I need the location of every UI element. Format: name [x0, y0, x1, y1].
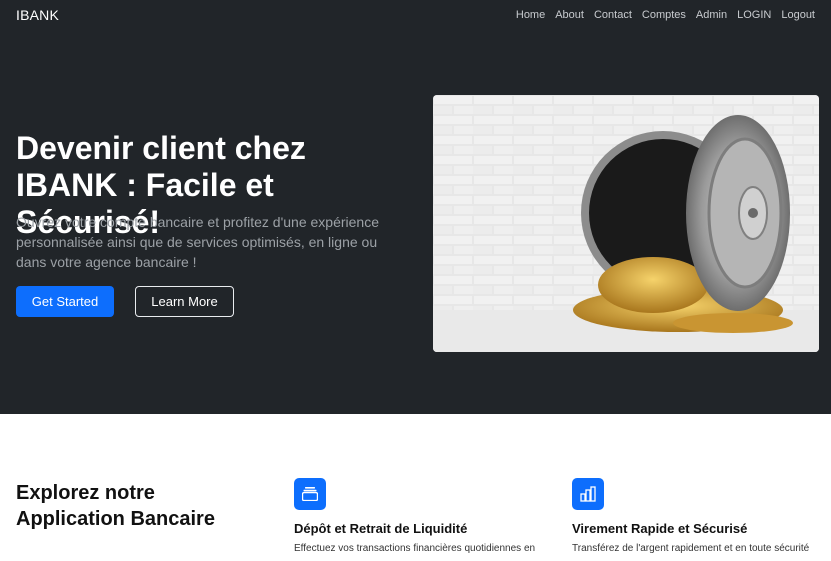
nav-link-comptes[interactable]: Comptes	[642, 9, 686, 21]
feature-title-transfer: Virement Rapide et Sécurisé	[572, 521, 748, 536]
feature-text-transfer: Transférez de l'argent rapidement et en …	[572, 543, 810, 554]
nav-link-logout[interactable]: Logout	[781, 9, 815, 21]
vault-image	[433, 95, 819, 352]
feature-title-deposit: Dépôt et Retrait de Liquidité	[294, 521, 468, 536]
navbar: IBANK Home About Contact Comptes Admin L…	[0, 0, 831, 30]
brand-logo[interactable]: IBANK	[16, 7, 59, 23]
nav-link-admin[interactable]: Admin	[696, 9, 727, 21]
features-title: Explorez notre Application Bancaire	[16, 482, 215, 530]
feature-text-deposit: Effectuez vos transactions financières q…	[294, 543, 536, 554]
vault-illustration	[433, 95, 819, 352]
hero-section: Devenir client chez IBANK : Facile et Sé…	[0, 30, 831, 414]
nav-link-about[interactable]: About	[555, 9, 584, 21]
get-started-button[interactable]: Get Started	[16, 286, 114, 317]
building-icon	[572, 478, 604, 510]
learn-more-button[interactable]: Learn More	[135, 286, 234, 317]
hero-subtitle: Ouvrez votre compte bancaire et profitez…	[16, 214, 379, 270]
nav-link-contact[interactable]: Contact	[594, 9, 632, 21]
nav-link-home[interactable]: Home	[516, 9, 545, 21]
nav-link-login[interactable]: LOGIN	[737, 9, 771, 21]
nav-links: Home About Contact Comptes Admin LOGIN L…	[516, 9, 815, 21]
collection-icon	[294, 478, 326, 510]
